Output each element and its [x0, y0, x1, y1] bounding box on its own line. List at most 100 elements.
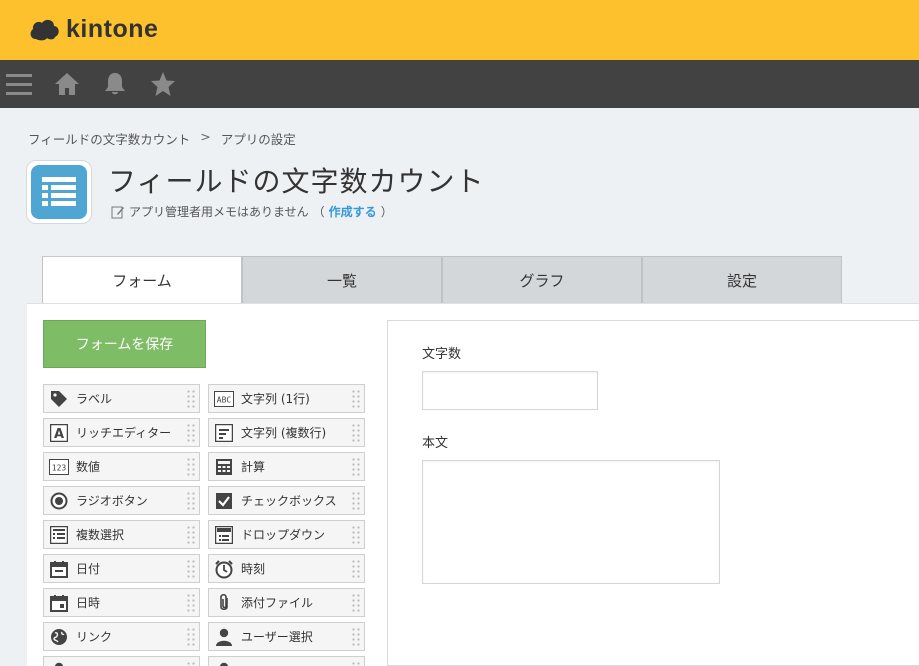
palette-item-label[interactable]: ラベル	[43, 384, 200, 413]
logo-text: kintone	[66, 14, 159, 43]
nav-bar	[0, 60, 919, 108]
palette-item-attachment[interactable]: 添付ファイル	[208, 588, 365, 617]
menu-icon[interactable]	[5, 70, 33, 98]
palette-item-time[interactable]: 時刻	[208, 554, 365, 583]
multiline-icon	[213, 422, 235, 444]
palette-item-text: ラベル	[76, 392, 113, 406]
create-memo-link[interactable]: 作成する	[329, 203, 377, 220]
drag-handle[interactable]	[351, 389, 361, 409]
app-memo: アプリ管理者用メモはありません（ 作成する）	[111, 203, 393, 220]
svg-text:ABC: ABC	[217, 395, 232, 404]
drag-handle[interactable]	[351, 593, 361, 613]
field-label-body: 本文	[422, 436, 449, 451]
drag-handle[interactable]	[351, 491, 361, 511]
palette-item-partial[interactable]	[208, 656, 365, 666]
star-icon[interactable]	[149, 70, 177, 98]
drag-handle[interactable]	[351, 457, 361, 477]
drag-handle[interactable]	[186, 627, 196, 647]
tab-form[interactable]: フォーム	[42, 256, 242, 304]
bell-icon[interactable]	[101, 70, 129, 98]
multi-select-icon	[48, 524, 70, 546]
save-form-button[interactable]: フォームを保存	[43, 320, 206, 368]
palette-item-date[interactable]: 日付	[43, 554, 200, 583]
user-icon	[213, 626, 235, 648]
memo-paren-open: （	[312, 205, 325, 219]
svg-text:A: A	[54, 427, 64, 442]
palette-item-text: 文字列 (複数行)	[241, 426, 327, 440]
calendar-icon	[48, 558, 70, 580]
palette-item-rich-editor[interactable]: A リッチエディター	[43, 418, 200, 447]
palette-item-text: 日付	[76, 562, 101, 576]
drag-handle[interactable]	[351, 525, 361, 545]
rich-editor-icon: A	[48, 422, 70, 444]
abc-icon: ABC	[213, 388, 235, 410]
palette-item-calculated[interactable]: 計算	[208, 452, 365, 481]
app-icon	[26, 160, 92, 224]
palette-item-multi-line-text[interactable]: 文字列 (複数行)	[208, 418, 365, 447]
drag-handle[interactable]	[351, 423, 361, 443]
app-title: フィールドの文字数カウント	[108, 165, 485, 198]
cloud-logo-icon	[30, 19, 59, 41]
clock-icon	[213, 558, 235, 580]
palette-item-single-line-text[interactable]: ABC 文字列 (1行)	[208, 384, 365, 413]
svg-text:123: 123	[52, 463, 67, 472]
char-count-field[interactable]	[422, 371, 598, 410]
form-layout-canvas[interactable]: 文字数 本文	[387, 320, 919, 666]
tab-graph[interactable]: グラフ	[442, 256, 642, 304]
palette-item-number[interactable]: 123 数値	[43, 452, 200, 481]
memo-edit-icon	[111, 206, 124, 218]
breadcrumb-app-link[interactable]: フィールドの文字数カウント	[28, 129, 190, 148]
home-icon[interactable]	[53, 70, 81, 98]
drag-handle[interactable]	[186, 457, 196, 477]
user-icon	[48, 660, 70, 666]
list-app-icon	[31, 165, 87, 219]
tag-icon	[48, 388, 70, 410]
body-text-field[interactable]	[422, 460, 720, 584]
tab-list[interactable]: 一覧	[242, 256, 442, 304]
drag-handle[interactable]	[186, 423, 196, 443]
drag-handle[interactable]	[351, 627, 361, 647]
palette-item-text: ラジオボタン	[76, 494, 148, 508]
palette-item-check-box[interactable]: チェックボックス	[208, 486, 365, 515]
drag-handle[interactable]	[186, 559, 196, 579]
top-header: kintone	[0, 0, 919, 60]
memo-text: アプリ管理者用メモはありません	[129, 205, 309, 219]
breadcrumb: フィールドの文字数カウント > アプリの設定	[28, 129, 296, 148]
palette-item-text: 計算	[241, 460, 266, 474]
tab-settings[interactable]: 設定	[642, 256, 842, 304]
palette-item-radio-button[interactable]: ラジオボタン	[43, 486, 200, 515]
checkbox-icon	[213, 490, 235, 512]
palette-item-text: リンク	[76, 630, 113, 644]
palette-item-partial[interactable]	[43, 656, 200, 666]
number-icon: 123	[48, 456, 70, 478]
field-label-char-count: 文字数	[422, 347, 462, 362]
globe-icon	[48, 626, 70, 648]
palette-item-text: チェックボックス	[241, 494, 337, 508]
drag-handle[interactable]	[186, 593, 196, 613]
palette-item-link[interactable]: リンク	[43, 622, 200, 651]
palette-item-text: 文字列 (1行)	[241, 392, 310, 406]
palette-item-text: 日時	[76, 596, 101, 610]
palette-item-drop-down[interactable]: ドロップダウン	[208, 520, 365, 549]
breadcrumb-current: アプリの設定	[220, 132, 296, 147]
drag-handle[interactable]	[186, 491, 196, 511]
drag-handle[interactable]	[351, 559, 361, 579]
kintone-logo[interactable]: kintone	[28, 12, 158, 46]
paperclip-icon	[213, 592, 235, 614]
datetime-icon	[48, 592, 70, 614]
palette-item-date-and-time[interactable]: 日時	[43, 588, 200, 617]
drag-handle[interactable]	[351, 661, 361, 666]
settings-tabs: フォーム 一覧 グラフ 設定	[42, 256, 842, 304]
palette-item-user-selection[interactable]: ユーザー選択	[208, 622, 365, 651]
palette-item-text: ユーザー選択	[241, 630, 313, 644]
drag-handle[interactable]	[186, 525, 196, 545]
memo-paren-close: ）	[380, 205, 393, 219]
drag-handle[interactable]	[186, 661, 196, 666]
breadcrumb-separator: >	[200, 129, 211, 144]
drag-handle[interactable]	[186, 389, 196, 409]
user-icon	[213, 660, 235, 666]
palette-item-text: 添付ファイル	[241, 596, 314, 610]
palette-item-multi-choice[interactable]: 複数選択	[43, 520, 200, 549]
palette-item-text: ドロップダウン	[241, 528, 326, 542]
palette-item-text: 時刻	[241, 562, 266, 576]
